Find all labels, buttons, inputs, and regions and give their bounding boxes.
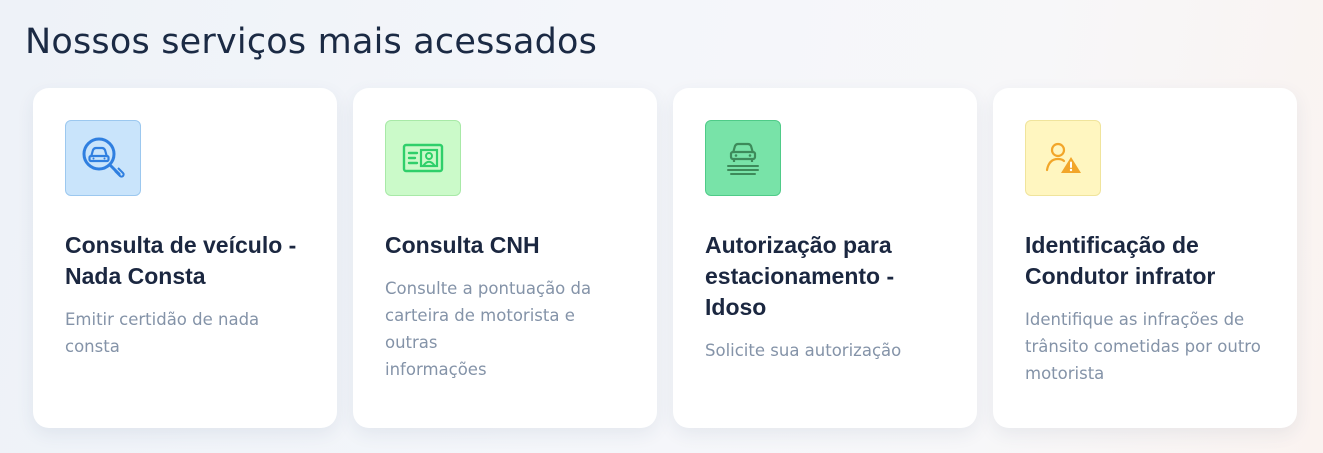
service-card-estacionamento-idoso[interactable]: Autorização para estacionamento - Idoso … bbox=[673, 88, 977, 428]
icon-container bbox=[705, 120, 781, 196]
icon-container bbox=[65, 120, 141, 196]
service-card-consulta-cnh[interactable]: Consulta CNH Consulte a pontuação da car… bbox=[353, 88, 657, 428]
id-card-icon bbox=[402, 143, 444, 173]
card-description: Solicite sua autorização bbox=[705, 341, 902, 360]
card-title: Consulta de veículo - Nada Consta bbox=[65, 232, 297, 289]
card-title: Autorização para estacionamento - Idoso bbox=[705, 232, 895, 320]
icon-container bbox=[1025, 120, 1101, 196]
parking-car-icon bbox=[727, 142, 759, 175]
card-description: Consulte a pontuação da carteira de moto… bbox=[385, 279, 592, 379]
service-card-condutor-infrator[interactable]: Identificação de Condutor infrator Ident… bbox=[993, 88, 1297, 428]
section-title: Nossos serviços mais acessados bbox=[25, 22, 598, 62]
service-card-consulta-veiculo[interactable]: Consulta de veículo - Nada Consta Emitir… bbox=[33, 88, 337, 428]
card-title: Identificação de Condutor infrator bbox=[1025, 232, 1216, 289]
services-list: Consulta de veículo - Nada Consta Emitir… bbox=[33, 88, 1297, 428]
card-description: Emitir certidão de nada consta bbox=[65, 310, 260, 356]
driver-warning-icon bbox=[1045, 142, 1081, 173]
icon-container bbox=[385, 120, 461, 196]
card-title: Consulta CNH bbox=[385, 232, 540, 258]
vehicle-search-icon bbox=[82, 137, 125, 178]
card-description: Identifique as infrações de trânsito com… bbox=[1025, 310, 1261, 383]
